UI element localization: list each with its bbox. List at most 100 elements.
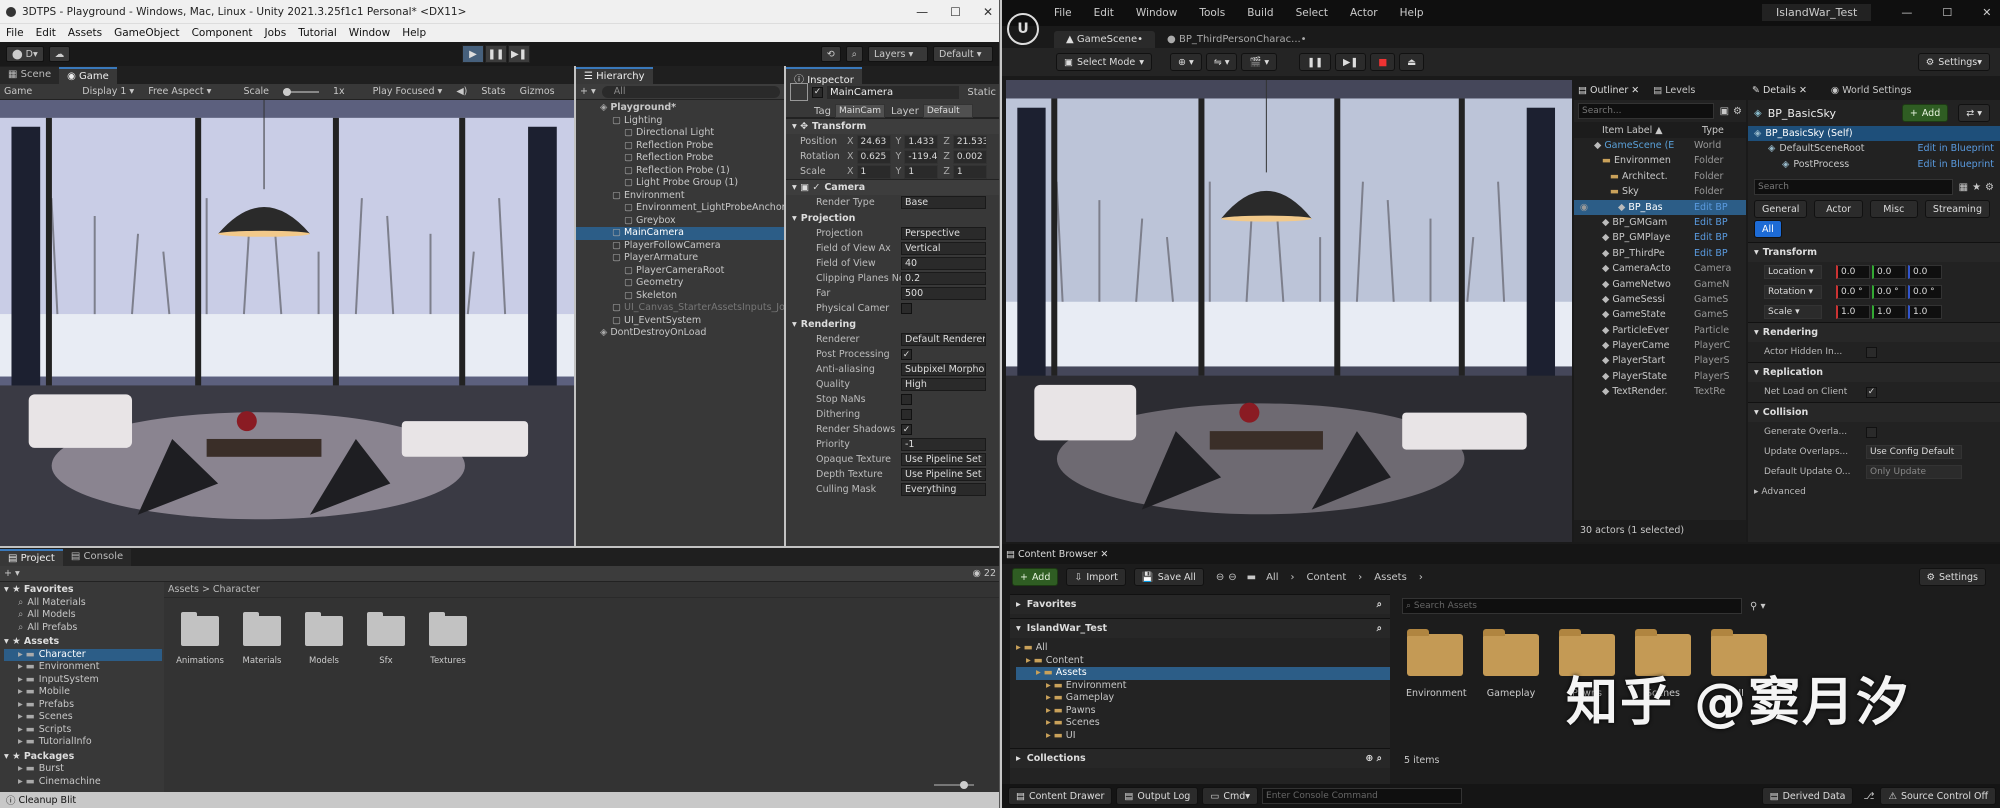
hierarchy-item[interactable]: ▢ Environment_LightProbeAnchor [576,202,784,215]
outliner-row[interactable]: ▬ Architect. Folder [1574,169,1746,184]
hierarchy-item[interactable]: ▢ Light Probe Group (1) [576,177,784,190]
scale-y-field[interactable]: 1 [904,164,939,179]
minimize-icon[interactable]: — [916,5,928,19]
play-button[interactable]: ▶ [462,45,484,63]
minimize-icon[interactable]: — [1901,6,1912,19]
active-checkbox[interactable]: ✓ [812,86,823,98]
property-checkbox[interactable] [901,303,912,314]
outliner-row[interactable]: ▬ Environmen Folder [1574,153,1746,168]
visibility-eye-icon[interactable] [1574,261,1594,276]
menu-gameobject[interactable]: GameObject [114,27,179,39]
add-icon[interactable]: + ▾ [580,86,596,97]
aspect-dropdown[interactable]: Free Aspect ▾ [148,86,211,97]
content-settings-button[interactable]: ⚙ Settings [1918,568,1986,586]
component-row[interactable]: ◈ DefaultSceneRoot Edit in Blueprint [1748,141,2000,156]
visibility-eye-icon[interactable] [1574,384,1594,399]
content-add-button[interactable]: + Add [1012,568,1059,586]
forward-icon[interactable]: ⊖ [1228,572,1236,583]
visibility-eye-icon[interactable]: ◉ [1574,200,1594,215]
camera-section[interactable]: ▾ ▣ ✓ Camera [786,179,999,195]
search-icon[interactable]: ⌕ [845,46,863,62]
folder-item[interactable]: Materials [238,612,286,666]
crumb-all[interactable]: All [1266,572,1278,583]
icon-size-slider[interactable] [934,781,974,789]
step-button[interactable]: ▶❚ [508,45,530,63]
cloud-icon[interactable]: ☁ [48,46,71,62]
folder-item[interactable]: Models [300,612,348,666]
tab-hierarchy[interactable]: ☰ Hierarchy [576,67,653,84]
assets-item[interactable]: ▸ ▬ Environment [4,661,162,674]
property-checkbox[interactable] [901,394,912,405]
menu-window[interactable]: Window [1136,7,1177,19]
assets-item[interactable]: ▸ ▬ Prefabs [4,699,162,712]
hierarchy-item[interactable]: ▢ UI_EventSystem [576,315,784,328]
add-actor-icon[interactable]: ⊕ ▾ [1169,53,1202,71]
location-dropdown[interactable]: Location ▾ [1764,265,1822,279]
game-mode-dropdown[interactable]: Game [4,86,32,97]
packages-header[interactable]: ▾ ★ Packages [4,751,162,764]
gen-overlap-checkbox[interactable] [1866,426,1877,438]
content-tree-item[interactable]: ▸ ▬ Content [1016,655,1390,668]
actor-hidden-checkbox[interactable] [1866,346,1877,358]
tab-details[interactable]: ✎ Details ✕ [1752,85,1807,96]
visibility-eye-icon[interactable] [1574,246,1594,261]
rotation-dropdown[interactable]: Rotation ▾ [1764,285,1822,299]
hierarchy-search[interactable]: All [601,85,780,98]
outliner-row[interactable]: ◆ ParticleEver Particle [1574,323,1746,338]
eject-button[interactable]: ⏏ [1399,53,1425,71]
folder-item[interactable]: Textures [424,612,472,666]
tab-gamescene[interactable]: ▲ GameScene• [1054,31,1156,48]
cinematics-icon[interactable]: 🎬 ▾ [1241,53,1278,71]
net-load-checkbox[interactable]: ✓ [1866,386,1877,398]
add-folder-icon[interactable]: ▣ [1720,106,1729,117]
outliner-row[interactable]: ◆ BP_GMGam Edit BP [1574,215,1746,230]
hierarchy-item[interactable]: ▢ Reflection Probe [576,140,784,153]
outliner-row[interactable]: ◆ PlayerStart PlayerS [1574,353,1746,368]
scale-z-field[interactable]: 1.0 [1908,305,1942,319]
grid-icon[interactable]: ▦ [1959,182,1968,193]
layer-dropdown[interactable]: Default [922,104,973,118]
menu-edit[interactable]: Edit [36,27,56,39]
outliner-row[interactable]: ▬ Sky Folder [1574,184,1746,199]
settings-button[interactable]: ⚙ Settings ▾ [1917,53,1990,71]
property-value[interactable]: Default Renderer [901,333,986,346]
menu-build[interactable]: Build [1247,7,1273,19]
rendering-section[interactable]: ▾ Rendering [1748,322,2000,342]
crumb-assets[interactable]: Assets [1374,572,1407,583]
output-log-button[interactable]: ▤ Output Log [1116,787,1199,805]
menu-file[interactable]: File [1054,7,1072,19]
search-icon[interactable]: ⌕ [1377,599,1382,610]
property-value[interactable]: Subpixel Morpho [901,363,986,376]
stop-button[interactable]: ■ [1370,53,1396,71]
property-value[interactable]: -1 [901,438,986,451]
visibility-eye-icon[interactable] [1574,184,1594,199]
visibility-eye-icon[interactable] [1574,369,1594,384]
menu-actor[interactable]: Actor [1350,7,1378,19]
hierarchy-item[interactable]: ◈ Playground* [576,102,784,115]
content-tree-item[interactable]: ▸ ▬ UI [1016,730,1390,743]
maximize-icon[interactable]: ☐ [1942,6,1952,19]
transform-section[interactable]: ▾ Transform [1748,242,2000,262]
assets-item[interactable]: ▸ ▬ Scenes [4,711,162,724]
content-tree-item[interactable]: ▸ ▬ Assets [1016,667,1390,680]
location-z-field[interactable]: 0.0 [1908,265,1942,279]
add-collection-icon[interactable]: ⊕ ⌕ [1365,753,1382,764]
tab-inspector[interactable]: ⓘ Inspector [786,67,862,86]
tab-outliner[interactable]: ▤ Outliner ✕ [1578,85,1639,96]
tab-content-browser[interactable]: ▤ Content Browser ✕ [1006,549,1108,560]
outliner-row[interactable]: ◆ GameNetwo GameN [1574,277,1746,292]
display-dropdown[interactable]: Display 1 ▾ [82,86,134,97]
content-tree-item[interactable]: ▸ ▬ Pawns [1016,705,1390,718]
visibility-eye-icon[interactable] [1574,215,1594,230]
hierarchy-item[interactable]: ▢ MainCamera [576,227,784,240]
star-icon[interactable]: ★ [1972,182,1981,193]
visibility-eye-icon[interactable] [1574,230,1594,245]
tab-console[interactable]: ▤ Console [62,549,132,566]
component-row[interactable]: ◈ BP_BasicSky (Self) [1748,126,2000,142]
outliner-row[interactable]: ◉ ◆ BP_Bas Edit BP [1574,199,1746,215]
visibility-eye-icon[interactable] [1574,277,1594,292]
select-mode-dropdown[interactable]: ▣ Select Mode ▾ [1056,53,1152,71]
close-icon[interactable]: ✕ [983,5,993,19]
hierarchy-item[interactable]: ▢ Reflection Probe (1) [576,165,784,178]
hierarchy-item[interactable]: ◈ DontDestroyOnLoad [576,327,784,340]
